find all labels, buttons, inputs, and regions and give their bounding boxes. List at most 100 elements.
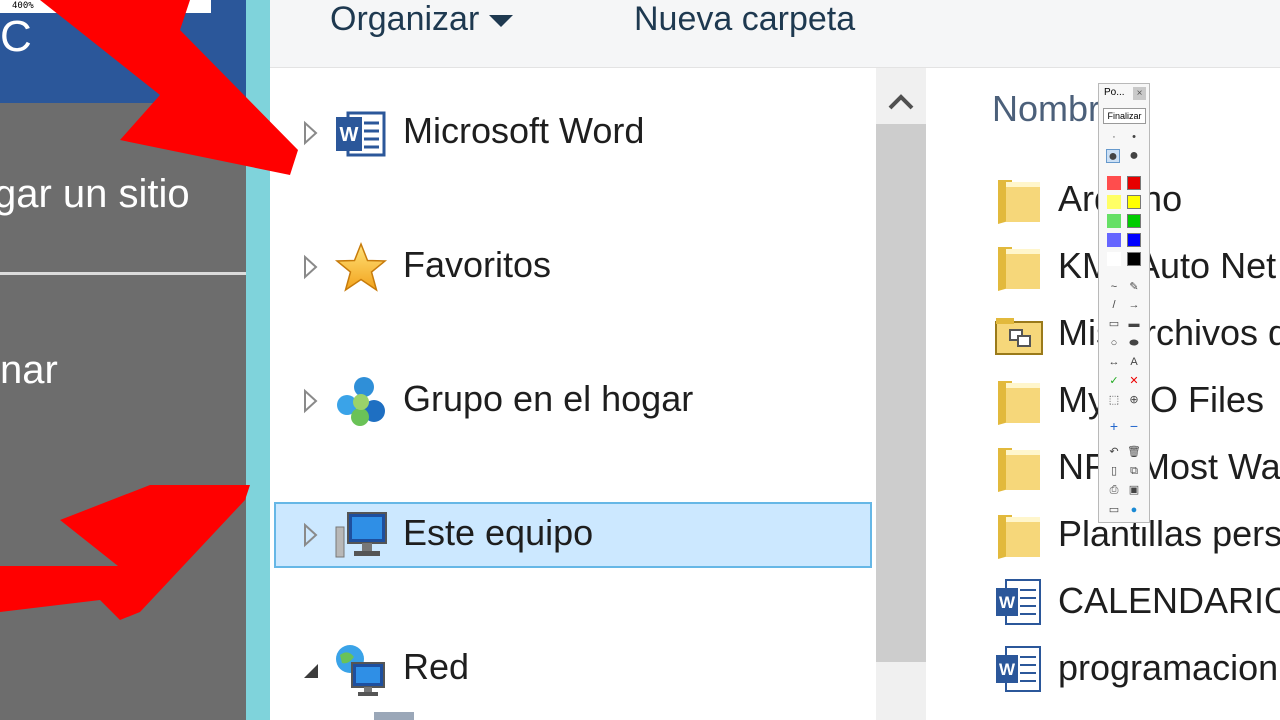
- pen-palette[interactable]: Po... × Finalizar · • ● ● ~ ✎ / → ▭ ▬ ○ …: [1098, 83, 1150, 523]
- file-label: NFS Most Wanted: [1058, 446, 1280, 487]
- color-swatch[interactable]: [1127, 252, 1141, 266]
- ellipse-icon[interactable]: ○: [1107, 336, 1121, 350]
- small-dot-icon[interactable]: ·: [1107, 130, 1121, 144]
- palette-finish-button[interactable]: Finalizar: [1103, 108, 1146, 124]
- nav-pane-scrollbar[interactable]: [876, 68, 926, 720]
- nav-item-microsoft-word[interactable]: W Microsoft Word: [274, 100, 872, 166]
- palette-close-button[interactable]: ×: [1133, 87, 1146, 100]
- file-row[interactable]: W programacion: [994, 639, 1280, 699]
- word-icon: W: [336, 111, 386, 157]
- nav-item-label: Grupo en el hogar: [403, 378, 694, 419]
- filled-rectangle-icon[interactable]: ▬: [1127, 317, 1141, 331]
- folder-icon: [998, 180, 1040, 224]
- plus-icon[interactable]: +: [1107, 419, 1121, 433]
- minus-icon[interactable]: −: [1127, 419, 1141, 433]
- double-arrow-icon[interactable]: ↔: [1107, 355, 1121, 369]
- expand-arrow-icon[interactable]: [302, 388, 320, 414]
- folder-icon: [998, 247, 1040, 291]
- color-swatch[interactable]: [1107, 195, 1121, 209]
- new-page-icon[interactable]: ▯: [1107, 464, 1121, 478]
- palette-title: Po...: [1104, 87, 1125, 98]
- medium-dot-icon[interactable]: •: [1127, 130, 1141, 144]
- nav-item-homegroup[interactable]: Grupo en el hogar: [274, 368, 872, 434]
- color-swatch[interactable]: [1127, 233, 1141, 247]
- word-doc-icon: W: [996, 646, 1041, 692]
- nav-item-label: Red: [403, 646, 470, 687]
- close-icon[interactable]: ✕: [1127, 374, 1141, 388]
- filled-ellipse-icon[interactable]: ⬬: [1127, 336, 1141, 350]
- svg-text:W: W: [999, 593, 1016, 612]
- line-icon[interactable]: /: [1107, 298, 1121, 312]
- copy-icon[interactable]: ⧉: [1127, 464, 1141, 478]
- svg-text:W: W: [999, 660, 1016, 679]
- file-label: My ISO Files: [1058, 379, 1265, 420]
- save-icon[interactable]: ▣: [1127, 483, 1141, 497]
- undo-icon[interactable]: ↶: [1107, 445, 1121, 459]
- scrollbar-thumb[interactable]: [876, 124, 926, 662]
- backstage-item-add-place[interactable]: gar un sitio: [0, 172, 190, 217]
- globe-icon[interactable]: ●: [1127, 503, 1141, 517]
- freehand-icon[interactable]: ~: [1107, 280, 1121, 294]
- file-label: CALENDARIO: [1058, 580, 1280, 621]
- file-label: Mis archivos de: [1058, 312, 1280, 353]
- select-area-icon[interactable]: ⬚: [1107, 393, 1121, 407]
- pixel-color: #FFFFFF: [150, 1, 189, 11]
- backstage-panel: C 400% ( 358, 314) #FFFFFF gar un sitio na…: [0, 0, 246, 720]
- word-doc-icon: W: [996, 579, 1041, 625]
- backstage-header-text: C: [0, 12, 32, 61]
- color-swatch[interactable]: [1107, 233, 1121, 247]
- svg-text:W: W: [340, 124, 359, 146]
- organize-button[interactable]: Organizar: [330, 0, 514, 38]
- backstage-item-browse[interactable]: nar: [0, 348, 58, 393]
- star-icon: [334, 241, 388, 292]
- magnifier-info-bar: 400% ( 358, 314) #FFFFFF: [0, 0, 211, 13]
- screen-icon[interactable]: ▭: [1107, 503, 1121, 517]
- nav-item-favorites[interactable]: Favoritos: [274, 234, 872, 300]
- expand-arrow-icon[interactable]: [302, 120, 320, 146]
- large-dot-icon[interactable]: ●: [1106, 149, 1120, 165]
- explorer-toolbar: Organizar Nueva carpeta: [270, 0, 1280, 68]
- text-tool-icon[interactable]: A: [1127, 355, 1141, 369]
- zoom-icon[interactable]: ⊕: [1127, 393, 1141, 407]
- shared-folder-icon: [995, 318, 1043, 355]
- collapse-arrow-icon[interactable]: [300, 660, 320, 686]
- expand-arrow-icon[interactable]: [302, 522, 320, 548]
- trash-icon[interactable]: 🗑: [1127, 445, 1141, 459]
- file-row[interactable]: W CALENDARIO: [994, 572, 1280, 632]
- color-swatch[interactable]: [1127, 176, 1141, 190]
- navigation-pane: W Microsoft Word Favoritos Grupo en el h…: [270, 68, 876, 720]
- nav-item-label: Microsoft Word: [403, 110, 645, 151]
- folder-icon: [998, 515, 1040, 559]
- file-label: programacion: [1058, 647, 1279, 688]
- rectangle-icon[interactable]: ▭: [1107, 317, 1121, 331]
- print-icon[interactable]: ⎙: [1107, 483, 1121, 497]
- nav-item-label: Este equipo: [403, 512, 594, 553]
- xlarge-dot-icon[interactable]: ●: [1127, 148, 1141, 164]
- folder-icon: [998, 381, 1040, 425]
- computer-icon: [335, 512, 387, 558]
- nav-item-label: Favoritos: [403, 244, 552, 285]
- color-swatch[interactable]: [1107, 252, 1121, 266]
- scroll-up-icon[interactable]: [876, 82, 926, 122]
- file-label: Plantillas personalizadas: [1058, 513, 1280, 554]
- backstage-header: C: [0, 0, 246, 103]
- homegroup-icon: [337, 377, 385, 426]
- network-icon: [336, 645, 385, 696]
- window-border: [246, 0, 270, 720]
- marker-icon[interactable]: ✎: [1127, 280, 1141, 294]
- expand-arrow-icon[interactable]: [302, 254, 320, 280]
- new-folder-button[interactable]: Nueva carpeta: [634, 0, 855, 38]
- cursor-coords: ( 358, 314): [59, 1, 125, 11]
- color-swatch[interactable]: [1127, 195, 1141, 209]
- zoom-level: 400%: [12, 1, 34, 11]
- nav-item-this-pc[interactable]: Este equipo: [274, 502, 872, 568]
- nav-item-network[interactable]: Red: [274, 636, 872, 702]
- organize-label: Organizar: [330, 0, 480, 38]
- color-swatch[interactable]: [1107, 214, 1121, 228]
- file-label: KMSAuto Net: [1058, 245, 1277, 286]
- color-swatch[interactable]: [1127, 214, 1141, 228]
- arrow-line-icon[interactable]: →: [1127, 298, 1141, 312]
- chevron-down-icon: [489, 15, 514, 28]
- check-icon[interactable]: ✓: [1107, 374, 1121, 388]
- color-swatch[interactable]: [1107, 176, 1121, 190]
